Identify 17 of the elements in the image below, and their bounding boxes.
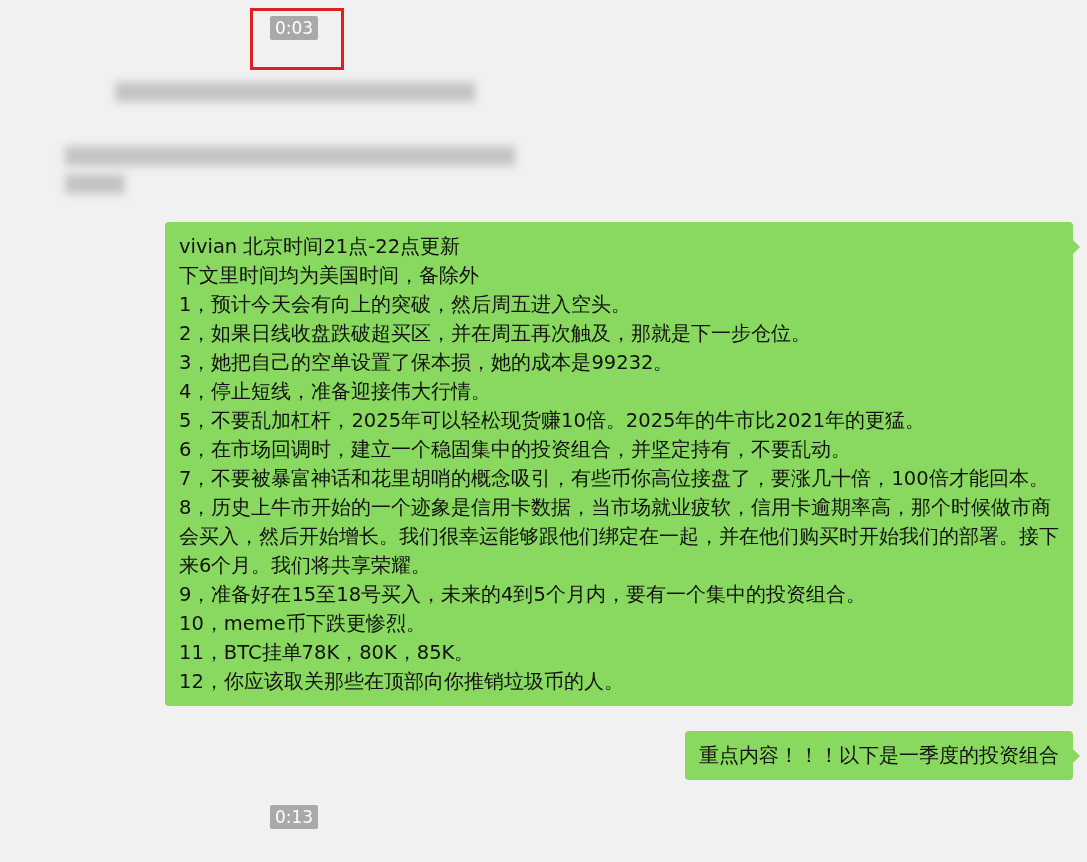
message-text: 6，在市场回调时，建立一个稳固集中的投资组合，并坚定持有，不要乱动。 [179,437,853,463]
message-text: 11，BTC挂单78K，80K，85K。 [179,640,476,666]
message-text: 4，停止短线，准备迎接伟大行情。 [179,379,493,405]
message-text: 8，历史上牛市开始的一个迹象是信用卡数据，当市场就业疲软，信用卡逾期率高，那个时候做市商会买入，然后开始增长。我们很幸运能够跟他们绑定在一起，并在他们购买时开始我们的部署。接下来6个月。我们将共享荣耀。 [179,495,1059,579]
message-text: 重点内容！！！以下是一季度的投资组合 [699,743,1059,769]
message-text: 5，不要乱加杠杆，2025年可以轻松现货赚10倍。2025年的牛市比2021年的更猛。 [179,408,927,434]
message-text: 7，不要被暴富神话和花里胡哨的概念吸引，有些币你高位接盘了，要涨几十倍，100倍才能回本。 [179,466,1050,492]
message-text: 10，meme币下跌更惨烈。 [179,611,427,637]
message-text: 2，如果日线收盘跌破超买区，并在周五再次触及，那就是下一步仓位。 [179,321,813,347]
message-text: 1，预计今天会有向上的突破，然后周五进入空头。 [179,292,633,318]
timestamp: 0:03 [270,16,319,40]
message-text: 3，她把自己的空单设置了保本损，她的成本是99232。 [179,350,675,376]
timestamp: 0:13 [270,805,319,829]
message-text: vivian 北京时间21点-22点更新 [179,234,462,260]
message-text: 9，准备好在15至18号买入，未来的4到5个月内，要有一个集中的投资组合。 [179,582,867,608]
message-text: 12，你应该取关那些在顶部向你推销垃圾币的人。 [179,669,625,695]
message-text: 下文里时间均为美国时间，备除外 [179,263,480,289]
